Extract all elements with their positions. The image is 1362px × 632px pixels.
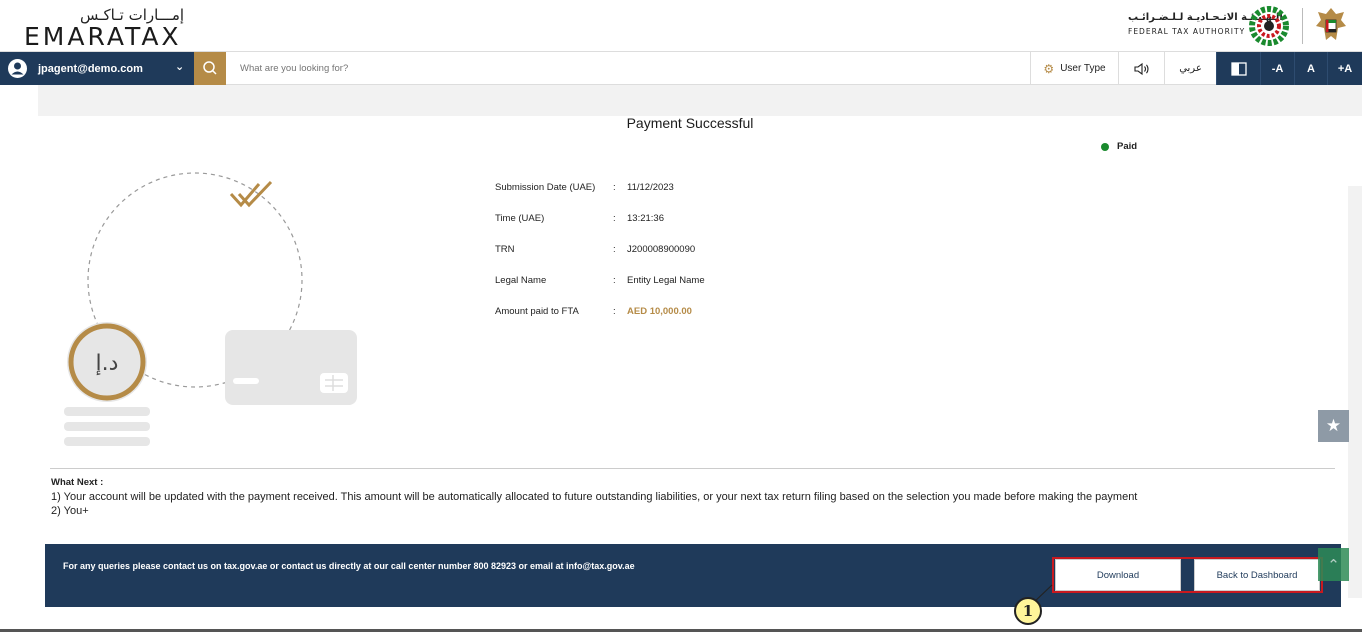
detail-label: Time (UAE) (495, 213, 545, 224)
status-badge: Paid (1101, 141, 1137, 152)
double-check-icon (229, 180, 273, 208)
chevron-down-icon[interactable]: ⌄ (175, 60, 184, 73)
detail-value: 11/12/2023 (627, 182, 674, 193)
credit-card-icon (225, 330, 357, 405)
content-top-band (38, 85, 1362, 116)
favorite-star-button[interactable]: ★ (1318, 410, 1349, 442)
what-next-item-1: 1) Your account will be updated with the… (51, 491, 1138, 503)
user-avatar-icon (8, 59, 27, 78)
what-next-item-2: 2) You+ (51, 505, 89, 517)
user-type-label: User Type (1060, 63, 1106, 74)
site-header: إمـــارات تـاكـس EMARATAX الـهـيـئـة الا… (0, 0, 1362, 51)
gear-icon: ⚙ (1043, 61, 1055, 76)
detail-separator: : (613, 213, 616, 224)
detail-separator: : (613, 244, 616, 255)
emaratax-logo[interactable]: EMARATAX (24, 22, 182, 51)
status-label: Paid (1117, 141, 1138, 152)
star-icon: ★ (1325, 416, 1342, 435)
header-divider (1302, 8, 1303, 44)
coin-stack-icon: د.إ (64, 322, 150, 446)
detail-value: AED 10,000.00 (627, 306, 692, 317)
side-panel-strip (1348, 186, 1362, 598)
scroll-to-top-button[interactable]: ⌃ (1318, 548, 1349, 581)
user-type-button[interactable]: ⚙ User Type (1030, 52, 1118, 85)
contrast-icon (1230, 61, 1247, 76)
fta-name-english: FEDERAL TAX AUTHORITY (1128, 27, 1246, 36)
status-dot (1101, 142, 1109, 151)
user-email: jpagent@demo.com (38, 63, 143, 75)
back-to-dashboard-button[interactable]: Back to Dashboard (1194, 559, 1320, 591)
font-decrease-button[interactable]: -A (1260, 52, 1294, 85)
speaker-icon (1133, 62, 1149, 75)
detail-value: J200008900090 (627, 244, 696, 255)
detail-label: Amount paid to FTA (495, 306, 579, 317)
language-toggle[interactable]: عربي (1164, 52, 1216, 85)
what-next-title: What Next : (51, 477, 104, 488)
page-title: Payment Successful (626, 115, 754, 131)
double-chevron-up-icon: ⌃ (1327, 556, 1340, 574)
download-button[interactable]: Download (1055, 559, 1181, 591)
section-divider (50, 468, 1335, 469)
detail-separator: : (613, 182, 616, 193)
payment-success-illustration: د.إ (64, 172, 357, 446)
search-button[interactable] (194, 52, 226, 85)
fta-logo-icon (1249, 6, 1289, 46)
speaker-button[interactable] (1118, 52, 1164, 85)
search-input[interactable] (228, 52, 1028, 85)
detail-separator: : (613, 275, 616, 286)
detail-label: Submission Date (UAE) (495, 182, 596, 193)
user-menu[interactable]: jpagent@demo.com ⌄ (0, 52, 194, 85)
detail-label: Legal Name (495, 275, 547, 286)
detail-label: TRN (495, 244, 515, 255)
font-increase-button[interactable]: +A (1327, 52, 1362, 85)
dirham-symbol: د.إ (96, 351, 119, 376)
callout-badge: 1 (1014, 597, 1042, 625)
font-normal-button[interactable]: A (1294, 52, 1327, 85)
top-toolbar: jpagent@demo.com ⌄ ⚙ User Type عربي -A A… (0, 51, 1362, 85)
detail-value: Entity Legal Name (627, 275, 705, 286)
contrast-button[interactable] (1216, 52, 1260, 85)
contact-message: For any queries please contact us on tax… (63, 561, 635, 571)
uae-emblem-icon (1316, 8, 1346, 40)
detail-separator: : (613, 306, 616, 317)
detail-value: 13:21:36 (627, 213, 664, 224)
search-icon (203, 61, 217, 75)
